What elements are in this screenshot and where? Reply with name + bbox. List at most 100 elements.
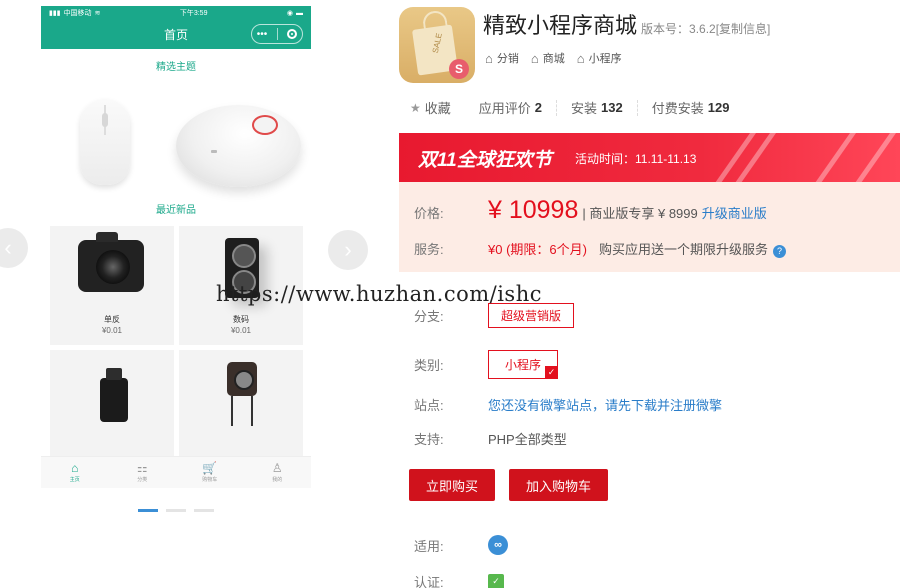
tag-item[interactable]: ⌂ 分销	[485, 50, 519, 66]
tab-bar: ⌂ 主页 ⚏ 分类 🛒 购物车 ♙ 我的	[41, 456, 311, 488]
rating-value: 2	[534, 100, 543, 115]
service-row: 服务: ¥0 (期限：6个月) 购买应用送一个期限升级服务 ?	[414, 239, 786, 258]
carousel-dots	[138, 509, 214, 512]
new-products-title: 最近新品	[156, 205, 196, 216]
close-ring-icon[interactable]	[287, 29, 298, 39]
product-price: ¥0.01	[101, 326, 123, 335]
install-label: 安装	[571, 101, 598, 116]
star-icon: ★	[410, 100, 421, 115]
add-to-cart-button[interactable]: 加入购物车	[509, 469, 608, 501]
tab-label: 我的	[272, 477, 283, 483]
capsule-menu[interactable]: •••	[251, 24, 303, 44]
capsule-divider	[276, 28, 278, 40]
applicable-label: 适用:	[414, 538, 444, 554]
featured-title: 精选主题	[156, 62, 196, 73]
price-box: 价格: ¥ 10998 | 商业版专享 ¥ 8999 升级商业版 服务: ¥0 …	[399, 182, 900, 272]
lens-image	[100, 368, 128, 422]
branch-option[interactable]: 超级营销版	[488, 303, 575, 328]
help-icon[interactable]: ?	[772, 244, 786, 258]
paid-install-stat: 付费安装 129	[652, 98, 730, 117]
product-card[interactable]	[50, 350, 174, 469]
app-icon: SALE S	[399, 7, 475, 83]
tag-item[interactable]: ⌂ 商城	[531, 50, 565, 66]
watermark-url: https://www.huzhan.com/ishc	[216, 282, 542, 306]
version-info[interactable]: 版本号：3.6.2[复制信息]	[641, 22, 770, 36]
paid-install-value: 129	[707, 100, 730, 115]
business-price: | 商业版专享 ¥ 8999	[582, 206, 698, 221]
featured-banner[interactable]	[41, 73, 311, 195]
tab-label: 主页	[69, 477, 80, 483]
carousel-prev-button[interactable]: ‹	[0, 228, 28, 268]
promo-banner: 双11全球狂欢节 活动时间：11.11-11.13	[399, 133, 900, 182]
tab-cart[interactable]: 🛒 购物车	[176, 457, 244, 488]
more-icon[interactable]: •••	[257, 29, 268, 40]
install-value: 132	[601, 100, 623, 115]
product-card[interactable]: 单反 ¥0.01	[50, 226, 174, 345]
tab-category[interactable]: ⚏ 分类	[109, 457, 177, 488]
branch-label: 分支:	[414, 309, 444, 324]
favorite-button[interactable]: ★ 收藏	[410, 98, 451, 117]
tab-home[interactable]: ⌂ 主页	[41, 457, 109, 488]
cert-label: 认证:	[414, 575, 444, 588]
category-label: 类别:	[414, 358, 444, 373]
tag-list: ⌂ 分销 ⌂ 商城 ⌂ 小程序	[485, 50, 622, 66]
cert-row: 认证: ✓	[414, 572, 504, 588]
status-bar: ▮▮▮ 中国移动 ≋ 下午3:59 ◉ ▬	[41, 6, 311, 20]
tag-icon: ⌂	[530, 50, 539, 66]
tag-icon: ⌂	[485, 50, 493, 66]
upgrade-link[interactable]: 升级商业版	[702, 203, 767, 222]
location-icon: ◉	[286, 10, 293, 17]
nav-bar: 首页 •••	[41, 20, 311, 49]
tab-profile[interactable]: ♙ 我的	[244, 457, 312, 488]
promo-title: 双11全球狂欢节	[418, 150, 552, 171]
s-badge-icon: S	[449, 59, 469, 79]
carousel-dot[interactable]	[194, 509, 214, 512]
tag-icon: ⌂	[576, 50, 585, 66]
carousel-dot[interactable]	[138, 509, 158, 512]
support-label: 支持:	[414, 432, 444, 447]
product-name: 数码	[233, 315, 249, 324]
price-row: 价格: ¥ 10998 | 商业版专享 ¥ 8999 升级商业版	[414, 196, 767, 225]
product-name: 单反	[104, 315, 120, 324]
chevron-left-icon: ‹	[4, 235, 12, 260]
wifi-icon: ≋	[94, 10, 101, 17]
rating-stat[interactable]: 应用评价 2	[479, 98, 542, 117]
carousel-dot[interactable]	[166, 509, 186, 512]
service-label: 服务:	[414, 242, 444, 257]
user-icon: ♙	[271, 461, 283, 475]
signal-icon: ▮▮▮	[49, 10, 61, 17]
certified-icon: ✓	[488, 573, 504, 588]
tag-label: 商城	[542, 53, 565, 65]
stats-bar: ★ 收藏 应用评价 2 安装 132 付费安装 129	[410, 98, 729, 117]
chevron-right-icon: ›	[344, 237, 352, 262]
grid-icon: ⚏	[136, 461, 148, 475]
paid-install-label: 付费安装	[651, 101, 704, 116]
price-label: 价格:	[414, 206, 444, 221]
buy-now-button[interactable]: 立即购买	[409, 469, 495, 501]
favorite-label: 收藏	[424, 101, 451, 116]
category-row: 类别: 小程序	[414, 350, 559, 379]
category-option[interactable]: 小程序	[488, 350, 559, 379]
install-stat: 安装 132	[571, 98, 623, 117]
product-price: ¥0.01	[230, 326, 252, 335]
rating-label: 应用评价	[478, 101, 531, 116]
site-label: 站点:	[414, 398, 444, 413]
branch-row: 分支: 超级营销版	[414, 303, 575, 328]
miniprogram-icon: ∞	[488, 535, 508, 555]
tab-label: 分类	[137, 477, 148, 483]
site-link[interactable]: 您还没有微擎站点，请先下载并注册微擎	[488, 395, 722, 414]
app-title: 精致小程序商城 版本号：3.6.2[复制信息]	[483, 8, 770, 40]
tag-item[interactable]: ⌂ 小程序	[577, 50, 622, 66]
promo-stripe	[800, 133, 864, 182]
carrier-label: 中国移动	[63, 10, 92, 17]
product-grid: 单反 ¥0.01 数码 ¥0.01	[41, 226, 311, 469]
product-card[interactable]	[179, 350, 303, 469]
tag-label: 分销	[496, 53, 519, 65]
promo-stripe	[720, 133, 784, 182]
nav-title: 首页	[163, 28, 188, 42]
stat-divider	[556, 99, 558, 116]
site-row: 站点: 您还没有微擎站点，请先下载并注册微擎	[414, 395, 722, 414]
carousel-next-button[interactable]: ›	[328, 230, 368, 270]
tag-label: 小程序	[588, 53, 622, 65]
robot-vacuum-image	[176, 105, 301, 187]
